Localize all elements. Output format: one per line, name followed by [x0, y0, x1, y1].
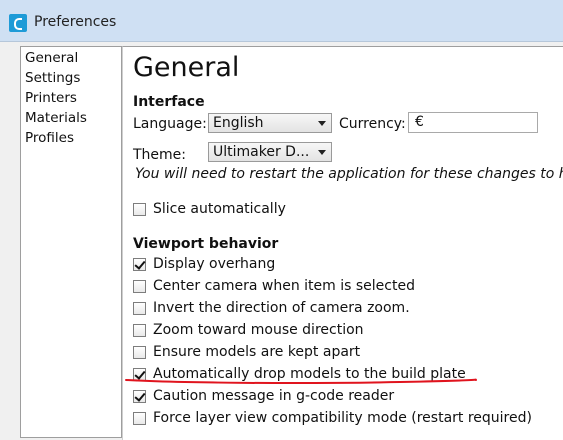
language-label: Language:	[133, 116, 207, 132]
checkbox-label: Force layer view compatibility mode (res…	[153, 410, 532, 426]
checkbox-box[interactable]	[133, 368, 146, 381]
theme-dropdown[interactable]: Ultimaker D...	[208, 142, 332, 162]
currency-label: Currency:	[339, 116, 406, 132]
check-icon	[134, 258, 146, 270]
language-value: English	[213, 115, 264, 131]
checkbox-box[interactable]	[133, 280, 146, 293]
nav-item-general[interactable]: General	[25, 50, 78, 66]
checkbox-box[interactable]	[133, 346, 146, 359]
checkbox-label: Zoom toward mouse direction	[153, 322, 364, 338]
cura-app-icon	[9, 14, 27, 32]
check-icon	[134, 390, 146, 402]
checkbox-box[interactable]	[133, 324, 146, 337]
chevron-down-icon	[318, 150, 326, 155]
general-page: General Interface Language: English Curr…	[122, 46, 563, 440]
nav-item-printers[interactable]: Printers	[25, 90, 77, 106]
currency-value: €	[415, 114, 424, 130]
nav-item-profiles[interactable]: Profiles	[25, 130, 74, 146]
restart-note: You will need to restart the application…	[135, 166, 563, 182]
checkbox-label: Slice automatically	[153, 201, 286, 217]
checkbox-label: Automatically drop models to the build p…	[153, 366, 466, 382]
check-icon	[134, 368, 146, 380]
nav-item-settings[interactable]: Settings	[25, 70, 80, 86]
theme-value: Ultimaker D...	[213, 144, 310, 160]
theme-label: Theme:	[133, 147, 187, 163]
currency-input[interactable]: €	[408, 112, 538, 133]
preferences-nav: General Settings Printers Materials Prof…	[20, 46, 122, 438]
checkbox-box[interactable]	[133, 203, 146, 216]
checkbox-label: Display overhang	[153, 256, 276, 272]
checkbox-box[interactable]	[133, 302, 146, 315]
checkbox-box[interactable]	[133, 258, 146, 271]
nav-item-materials[interactable]: Materials	[25, 110, 87, 126]
window-title: Preferences	[34, 14, 117, 30]
viewport-heading: Viewport behavior	[133, 236, 279, 252]
checkbox-box[interactable]	[133, 412, 146, 425]
chevron-down-icon	[318, 121, 326, 126]
checkbox-label: Invert the direction of camera zoom.	[153, 300, 410, 316]
checkbox-box[interactable]	[133, 390, 146, 403]
interface-heading: Interface	[133, 94, 205, 110]
page-title: General	[133, 52, 240, 83]
checkbox-label: Center camera when item is selected	[153, 278, 415, 294]
title-bar: Preferences	[0, 0, 563, 42]
checkbox-label: Caution message in g-code reader	[153, 388, 395, 404]
language-dropdown[interactable]: English	[208, 113, 332, 133]
preferences-window: Preferences General Settings Printers Ma…	[0, 0, 563, 440]
checkbox-label: Ensure models are kept apart	[153, 344, 361, 360]
